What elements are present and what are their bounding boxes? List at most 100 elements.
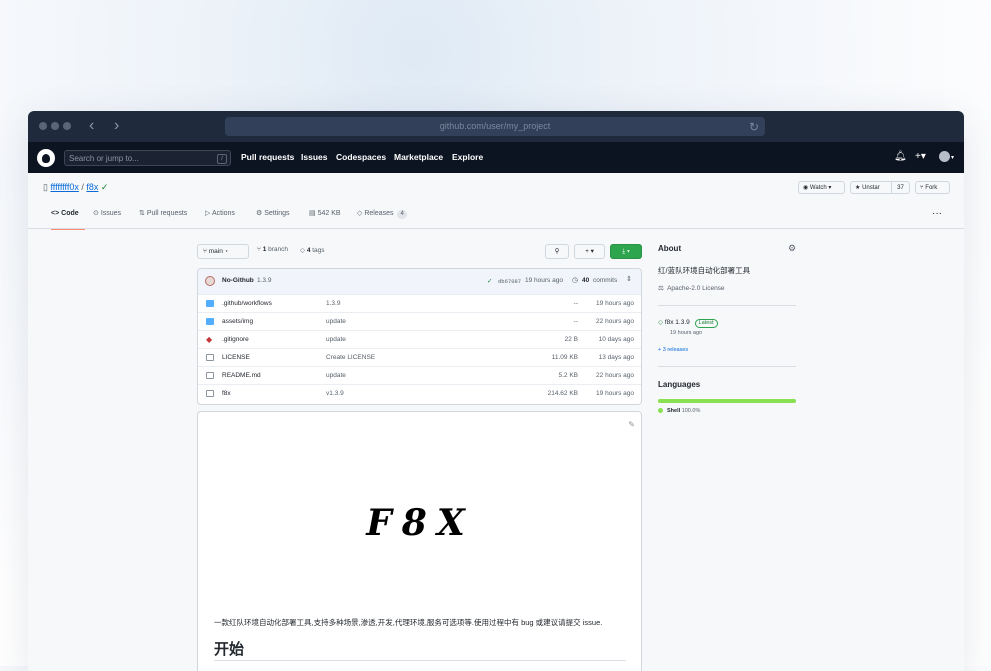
search-icon: ⚲	[554, 248, 560, 255]
language-color-dot	[658, 408, 663, 413]
tab-label: Actions	[211, 210, 235, 217]
nav-codespaces[interactable]: Codespaces	[336, 142, 386, 173]
pull-request-icon: ⇅	[139, 210, 145, 217]
nav-pull-requests[interactable]: Pull requests	[241, 142, 294, 173]
tab-releases[interactable]: ◇ Releases 4	[357, 208, 407, 228]
file-row[interactable]: assets/img update -- 22 hours ago	[198, 312, 641, 331]
tab-issues[interactable]: ⊙ Issues	[93, 208, 121, 228]
file-date: 19 hours ago	[596, 300, 634, 307]
tag-icon: ◇	[300, 247, 305, 254]
commit-count[interactable]: 40	[582, 277, 589, 284]
repo-owner-link[interactable]: ffffffff0x	[50, 182, 78, 192]
reload-icon[interactable]: ↻	[749, 118, 759, 137]
add-file-button[interactable]: + ▾	[574, 244, 605, 259]
fork-button[interactable]: ⑂ Fork	[915, 181, 950, 194]
branches-link[interactable]: ⑂ 1 branch	[257, 246, 288, 253]
go-to-file-button[interactable]: ⚲	[545, 244, 569, 259]
expand-icon[interactable]: ⇕	[626, 275, 632, 283]
tab-settings[interactable]: ⚙ Settings	[256, 208, 290, 228]
readme-heading: 开始	[214, 641, 245, 658]
file-name[interactable]: .gitignore	[222, 331, 249, 349]
search-input[interactable]: Search or jump to... /	[64, 150, 231, 166]
branch-selector[interactable]: ⑂ main ▾	[197, 244, 249, 259]
release-date: 19 hours ago	[670, 330, 703, 336]
forward-icon[interactable]: ›	[114, 118, 119, 134]
latest-commit-bar: No-Github 1.3.9 ✓ db67087 19 hours ago ◷…	[198, 269, 641, 295]
file-size: 5.2 KB	[558, 372, 578, 379]
tag-icon: ◇	[658, 319, 663, 326]
file-name[interactable]: f8x	[222, 385, 231, 403]
about-title: About	[658, 244, 682, 253]
code-icon: <>	[51, 210, 60, 217]
tags-link[interactable]: ◇ 4 tags	[300, 246, 325, 254]
bell-icon[interactable]: 🔔︎	[894, 151, 907, 162]
unstar-button[interactable]: ★ Unstar 37	[850, 181, 910, 194]
file-size: 22 B	[564, 336, 578, 343]
window-minimize-control[interactable]	[51, 122, 59, 130]
latest-release-link[interactable]: ◇ f8x 1.3.9 Latest	[658, 318, 718, 328]
tag-count: 4	[306, 247, 311, 254]
github-logo-icon[interactable]	[37, 149, 55, 167]
gear-icon[interactable]: ⚙	[788, 243, 796, 254]
file-row[interactable]: f8x v1.3.9 214.62 KB 19 hours ago	[198, 384, 641, 403]
back-icon[interactable]: ‹	[89, 118, 94, 134]
more-releases-link[interactable]: + 3 releases	[658, 347, 688, 353]
chevron-down-icon: ▾	[590, 248, 594, 255]
download-icon: ⤓	[622, 248, 626, 255]
chevron-down-icon: ▾	[828, 185, 832, 191]
tab-storage[interactable]: ▤ 542 KB	[309, 208, 341, 228]
user-avatar[interactable]	[939, 151, 950, 162]
file-row[interactable]: README.md update 5.2 KB 22 hours ago	[198, 366, 641, 385]
folder-icon	[206, 300, 214, 307]
pencil-icon[interactable]: ✎	[628, 420, 635, 429]
nav-marketplace[interactable]: Marketplace	[394, 142, 443, 173]
nav-explore[interactable]: Explore	[452, 142, 483, 173]
file-name[interactable]: .github/workflows	[222, 295, 272, 313]
language-bar	[658, 399, 796, 403]
tab-code[interactable]: <> Code	[51, 208, 85, 230]
nav-issues[interactable]: Issues	[301, 142, 327, 173]
license-link[interactable]: ⚖ Apache-2.0 License	[658, 284, 725, 292]
file-name[interactable]: assets/img	[222, 313, 253, 331]
file-commit-message[interactable]: 1.3.9	[326, 295, 340, 313]
branch-icon: ⑂	[203, 248, 207, 255]
more-options-icon[interactable]: ···	[932, 208, 942, 219]
code-download-button[interactable]: ⤓ ▾	[610, 244, 642, 259]
tab-pull-requests[interactable]: ⇅ Pull requests	[139, 208, 187, 228]
file-name[interactable]: README.md	[222, 367, 261, 385]
address-bar[interactable]: github.com/user/my_project ↻	[225, 117, 765, 136]
file-row[interactable]: ◆ .gitignore update 22 B 10 days ago	[198, 330, 641, 349]
actions-icon: ▷	[205, 210, 211, 217]
tab-label: Code	[61, 210, 79, 217]
commit-hash[interactable]: db67087	[498, 278, 521, 285]
settings-icon: ⚙	[256, 210, 263, 217]
watch-button[interactable]: ◉ Watch ▾	[798, 181, 845, 194]
file-name[interactable]: LICENSE	[222, 349, 250, 367]
plus-dropdown-icon[interactable]: +▾	[915, 151, 926, 162]
browser-window: ‹ › github.com/user/my_project ↻ Search …	[28, 111, 964, 671]
file-commit-message[interactable]: update	[326, 313, 346, 331]
file-row[interactable]: LICENSE Create LICENSE 11.09 KB 13 days ago	[198, 348, 641, 367]
commit-author[interactable]: No-Github	[222, 277, 254, 284]
file-date: 13 days ago	[598, 354, 634, 361]
storage-icon: ▤	[309, 210, 316, 217]
languages-title: Languages	[658, 380, 701, 389]
file-row[interactable]: .github/workflows 1.3.9 -- 19 hours ago	[198, 294, 641, 313]
file-size: --	[573, 300, 578, 307]
file-commit-message[interactable]: Create LICENSE	[326, 349, 375, 367]
avatar-chevron-icon[interactable]: ▾	[951, 154, 954, 161]
fork-label: Fork	[925, 185, 938, 191]
file-commit-message[interactable]: update	[326, 331, 346, 349]
file-commit-message[interactable]: v1.3.9	[326, 385, 344, 403]
commit-author-avatar[interactable]	[205, 276, 215, 286]
window-close-control[interactable]	[39, 122, 47, 130]
repo-name-link[interactable]: f8x	[86, 182, 98, 192]
check-icon: ✓	[100, 182, 109, 192]
tab-actions[interactable]: ▷ Actions	[205, 208, 235, 228]
commit-message[interactable]: 1.3.9	[257, 277, 271, 284]
file-commit-message[interactable]: update	[326, 367, 346, 385]
window-maximize-control[interactable]	[63, 122, 71, 130]
language-item[interactable]: Shell 100.0%	[658, 408, 700, 414]
eye-icon: ◉	[803, 185, 809, 191]
commit-count-word[interactable]: commits	[593, 277, 617, 284]
